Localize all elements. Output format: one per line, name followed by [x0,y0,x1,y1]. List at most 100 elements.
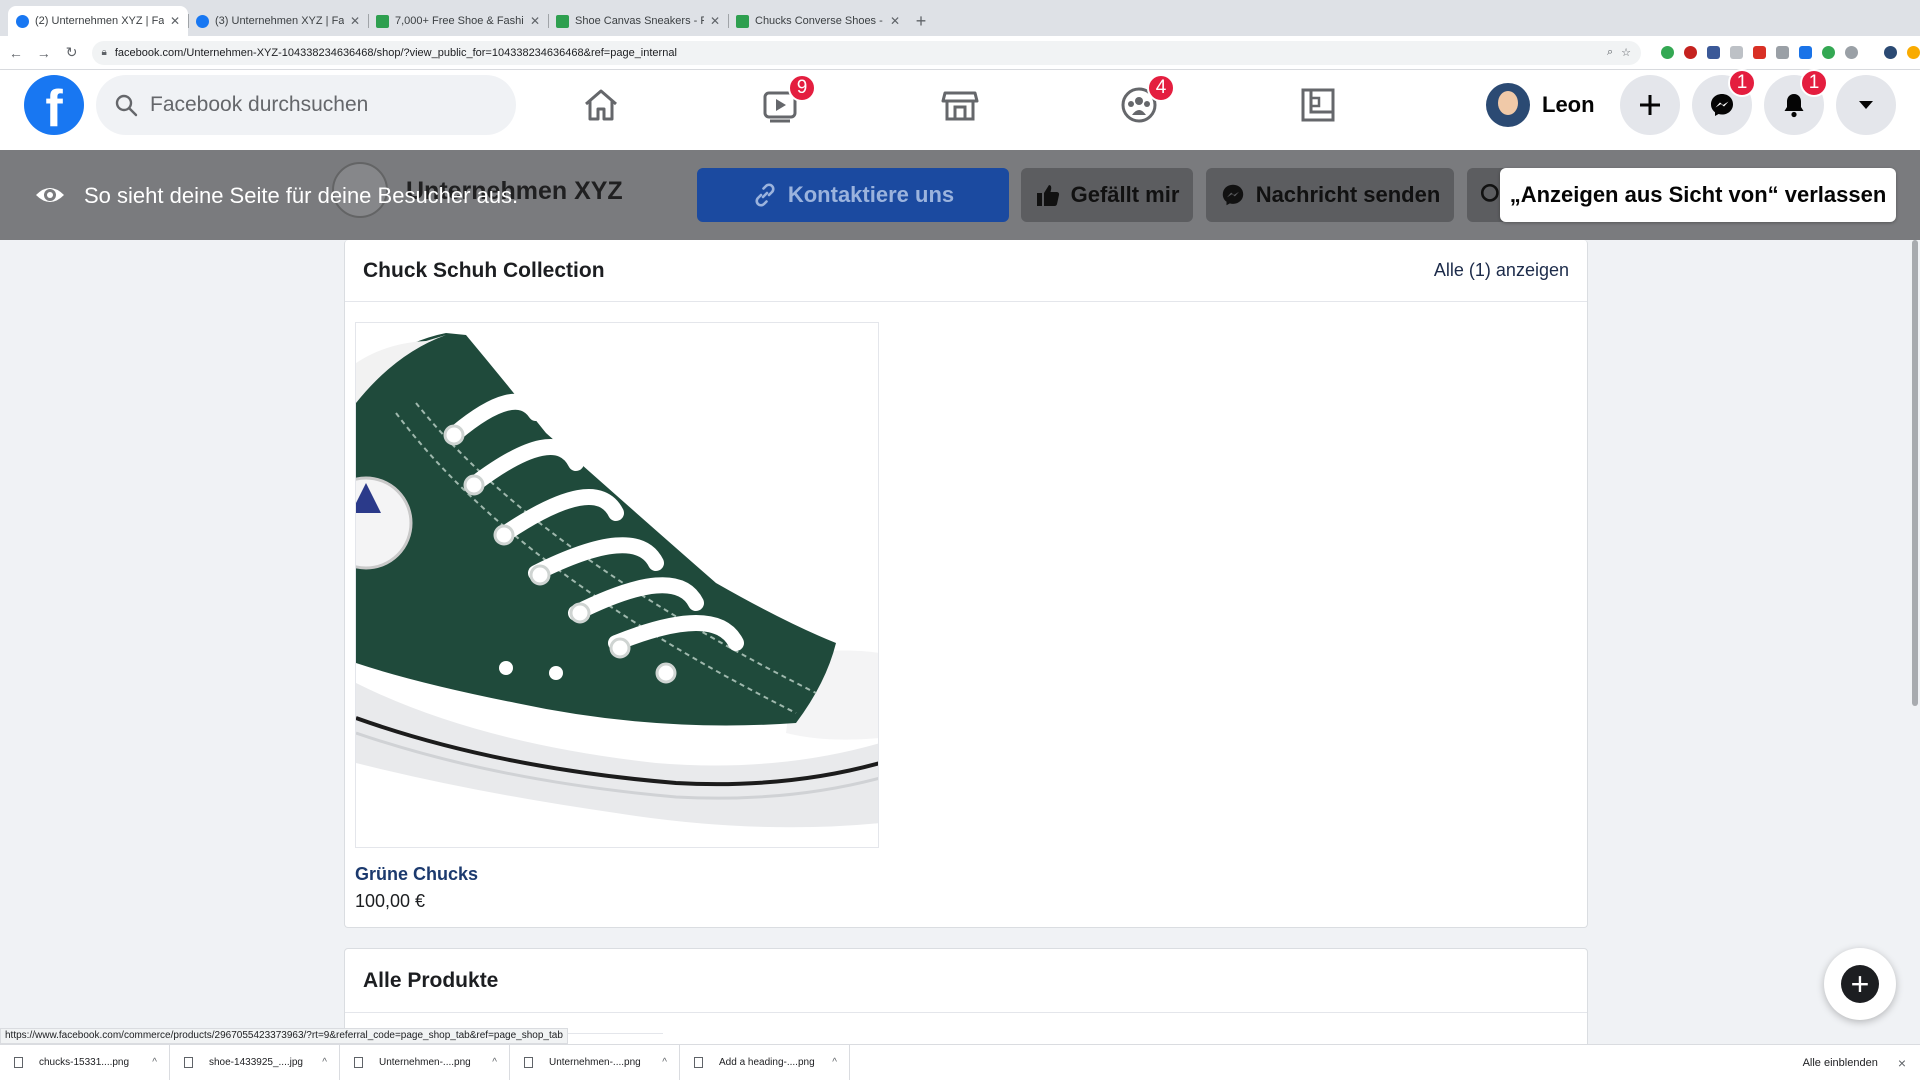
profile-link[interactable]: Leon [1486,82,1595,128]
collection-section: Chuck Schuh Collection Alle (1) anzeigen [344,240,1588,928]
product-name[interactable]: Grüne Chucks [355,864,879,885]
all-products-title: Alle Produkte [363,968,499,992]
home-icon [585,89,617,121]
show-all-downloads-button[interactable]: Alle einblenden [1803,1057,1878,1069]
send-message-button[interactable]: Nachricht senden [1206,168,1454,222]
messenger-icon [1222,184,1243,206]
nav-watch[interactable]: 9 [750,74,816,130]
browser-tab[interactable]: Chucks Converse Shoes - Free photo✕ [728,6,908,36]
extensions-area [1661,46,1920,59]
search-input[interactable] [150,93,470,117]
eye-icon [36,188,64,202]
exit-view-as-button[interactable]: „Anzeigen aus Sicht von“ verlassen [1500,168,1896,222]
avatar [1486,83,1530,127]
update-icon[interactable] [1907,46,1920,59]
close-icon[interactable]: × [1898,1055,1906,1071]
chevron-up-icon[interactable]: ^ [492,1057,497,1068]
forward-icon[interactable]: → [32,45,56,61]
url-text: facebook.com/Unternehmen-XYZ-10433823463… [114,46,677,59]
watch-badge: 9 [788,74,816,102]
new-tab-button[interactable]: + [908,6,934,36]
nav-marketplace[interactable] [930,80,990,130]
product-price: 100,00 € [355,891,426,911]
collection-header: Chuck Schuh Collection Alle (1) anzeigen [345,240,1587,302]
thumbs-up-icon [1036,185,1059,206]
chevron-up-icon[interactable]: ^ [322,1057,327,1068]
extension-icon[interactable] [1776,46,1790,59]
bell-icon [1784,94,1804,118]
file-icon [354,1057,363,1068]
pixabay-favicon-icon [556,14,569,28]
product-card[interactable]: Grüne Chucks 100,00 € [355,322,879,912]
view-as-banner: Unternehmen XYZ So sieht deine Seite für… [0,150,1920,240]
extension-icon[interactable] [1753,46,1767,59]
browser-tab[interactable]: 7,000+ Free Shoe & Fashion Images✕ [368,6,548,36]
extension-icon[interactable] [1822,46,1836,59]
download-item[interactable]: Unternehmen-....png ^ [340,1044,510,1080]
browser-tab-strip: (2) Unternehmen XYZ | Facebook✕ (3) Unte… [0,0,1920,36]
chevron-up-icon[interactable]: ^ [152,1057,157,1068]
caret-down-icon [1859,101,1873,109]
browser-tab[interactable]: (2) Unternehmen XYZ | Facebook✕ [8,6,188,36]
close-tab-icon[interactable]: ✕ [530,14,540,28]
back-icon[interactable]: ← [4,45,28,61]
browser-toolbar: ← → ↻ 🔒︎ facebook.com/Unternehmen-XYZ-10… [0,36,1920,70]
close-tab-icon[interactable]: ✕ [710,14,720,28]
product-image[interactable] [355,322,879,848]
lock-icon: 🔒︎ [101,47,107,58]
profile-avatar-icon[interactable] [1884,46,1898,59]
file-icon [14,1057,23,1068]
search-box[interactable] [96,75,516,135]
marketplace-store-icon [941,91,979,121]
address-bar[interactable]: 🔒︎ facebook.com/Unternehmen-XYZ-10433823… [91,40,1642,65]
contact-us-button[interactable]: Kontaktiere uns [697,168,1009,222]
messenger-button[interactable]: 1 [1692,69,1756,135]
extension-icon[interactable] [1845,46,1859,59]
reload-icon[interactable]: ↻ [60,44,84,61]
scrollbar-thumb[interactable] [1912,240,1918,706]
facebook-logo[interactable]: f [24,75,84,135]
extension-icon[interactable] [1730,46,1744,59]
bookmark-star-icon[interactable]: ☆ [1621,46,1631,59]
close-tab-icon[interactable]: ✕ [890,14,900,28]
nav-home[interactable] [571,80,631,130]
account-menu-button[interactable] [1836,75,1896,135]
search-icon [115,94,138,117]
chevron-up-icon[interactable]: ^ [662,1057,667,1068]
download-item[interactable]: Add a heading-....png ^ [680,1044,850,1080]
close-tab-icon[interactable]: ✕ [350,14,360,28]
zoom-icon[interactable]: ⌕ [1607,46,1613,59]
create-button[interactable] [1620,75,1680,135]
status-url: https://www.facebook.com/commerce/produc… [0,1028,568,1044]
new-message-button[interactable]: + [1824,948,1896,1020]
download-item[interactable]: chucks-15331....png ^ [0,1044,170,1080]
nav-gaming[interactable] [1288,80,1348,130]
close-tab-icon[interactable]: ✕ [170,14,180,28]
chevron-up-icon[interactable]: ^ [832,1057,837,1068]
download-item[interactable]: shoe-1433925_....jpg ^ [170,1044,340,1080]
facebook-favicon-icon [196,14,209,28]
extension-icon[interactable] [1799,46,1813,59]
green-chuck-shoe-image [356,323,878,847]
browser-tab[interactable]: (3) Unternehmen XYZ | Facebook✕ [188,6,368,36]
extension-icon[interactable] [1684,46,1698,59]
like-page-button[interactable]: Gefällt mir [1021,168,1193,222]
browser-tab[interactable]: Shoe Canvas Sneakers - Free photo✕ [548,6,728,36]
messenger-badge: 1 [1728,69,1756,97]
view-as-text: So sieht deine Seite für deine Besucher … [84,183,519,208]
file-icon [184,1057,193,1068]
facebook-header: f 9 4 Leon 1 1 [0,69,1920,150]
plus-icon: + [1841,965,1879,1003]
nav-groups[interactable]: 4 [1109,74,1175,130]
download-item[interactable]: Unternehmen-....png ^ [510,1044,680,1080]
gaming-icon [1301,88,1335,122]
notifications-button[interactable]: 1 [1764,69,1828,135]
facebook-favicon-icon [16,14,29,28]
extension-icon[interactable] [1707,46,1721,59]
messenger-icon [1711,94,1733,116]
file-icon [524,1057,533,1068]
see-all-link[interactable]: Alle (1) anzeigen [1434,260,1569,281]
extension-icon[interactable] [1661,46,1675,59]
notifications-badge: 1 [1800,69,1828,97]
profile-name: Leon [1542,92,1595,117]
